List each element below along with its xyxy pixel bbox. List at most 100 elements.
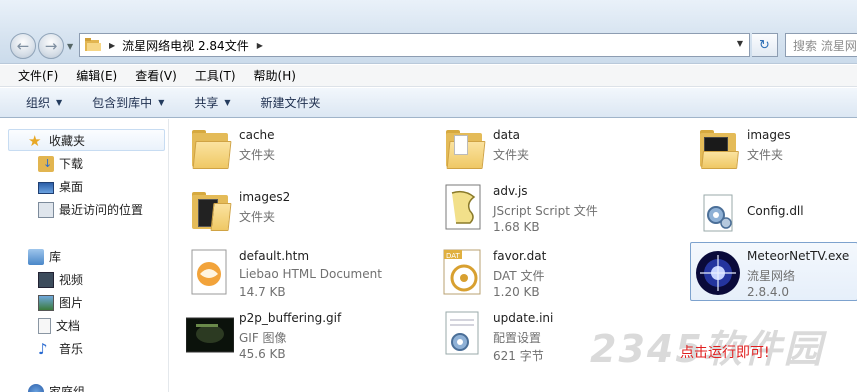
- file-type: GIF 图像: [239, 331, 287, 345]
- file-name: adv.js: [493, 184, 528, 198]
- meteor-app-icon: [696, 251, 740, 295]
- picture-icon: [38, 294, 54, 311]
- file-size: 1.68 KB: [493, 220, 540, 234]
- breadcrumb-child-arrow[interactable]: ▶: [257, 41, 263, 50]
- nav-label: 音乐: [59, 342, 84, 356]
- file-item-default-htm[interactable]: default.htm Liebao HTML Document 14.7 KB: [186, 246, 406, 302]
- file-item-p2p-buffering-gif[interactable]: p2p_buffering.gif GIF 图像 45.6 KB: [186, 308, 406, 364]
- file-name: default.htm: [239, 249, 310, 263]
- include-library-label: 包含到库中: [92, 96, 153, 110]
- nav-item-downloads[interactable]: ↓ 下载: [38, 155, 83, 172]
- nav-item-homegroup[interactable]: 家庭组: [28, 383, 85, 392]
- nav-item-videos[interactable]: 视频: [38, 271, 83, 288]
- nav-label: 视频: [59, 273, 84, 287]
- address-bar[interactable]: ▶ 流星网络电视 2.84文件 ▶ ▼: [79, 33, 750, 57]
- nav-label: 桌面: [59, 180, 84, 194]
- file-name: favor.dat: [493, 249, 547, 263]
- file-name: update.ini: [493, 311, 554, 325]
- nav-label: 库: [49, 250, 62, 264]
- chevron-down-icon: ▼: [158, 98, 165, 107]
- menu-file[interactable]: 文件(F): [0, 67, 58, 84]
- script-file-icon: [445, 184, 481, 230]
- menu-tools[interactable]: 工具(T): [177, 67, 236, 84]
- folder-icon: [694, 127, 742, 175]
- download-icon: ↓: [38, 155, 54, 172]
- file-size: 45.6 KB: [239, 347, 286, 361]
- file-item-adv-js[interactable]: adv.js JScript Script 文件 1.68 KB: [440, 181, 660, 237]
- menu-help[interactable]: 帮助(H): [236, 67, 296, 84]
- file-name: images: [747, 128, 791, 142]
- nav-label: 文档: [56, 319, 81, 333]
- share-button[interactable]: 共享 ▼: [194, 94, 230, 111]
- chevron-down-icon: ▼: [56, 98, 63, 107]
- nav-item-documents[interactable]: 文档: [38, 317, 80, 334]
- file-item-cache[interactable]: cache 文件夹: [186, 125, 386, 181]
- forward-icon: →: [44, 36, 58, 55]
- file-type: 文件夹: [747, 148, 784, 162]
- new-folder-button[interactable]: 新建文件夹: [261, 94, 321, 111]
- refresh-icon: ↻: [759, 37, 770, 53]
- file-type: JScript Script 文件: [493, 204, 598, 218]
- file-item-meteornettv-exe[interactable]: MeteorNetTV.exe 流星网络 2.8.4.0: [694, 246, 854, 302]
- file-size: 621 字节: [493, 349, 544, 363]
- forward-button[interactable]: →: [38, 33, 64, 59]
- file-name: MeteorNetTV.exe: [747, 249, 850, 263]
- document-icon: [38, 317, 51, 334]
- file-version: 2.8.4.0: [747, 285, 789, 299]
- menu-view[interactable]: 查看(V): [117, 67, 177, 84]
- file-name: data: [493, 128, 521, 142]
- back-button[interactable]: ←: [10, 33, 36, 59]
- homegroup-icon: [28, 383, 44, 392]
- nav-label: 图片: [59, 296, 84, 310]
- file-name: images2: [239, 190, 291, 204]
- dat-file-icon: DAT: [443, 249, 481, 295]
- folder-icon: [440, 127, 488, 175]
- library-icon: [28, 248, 44, 265]
- file-type: 文件夹: [493, 148, 530, 162]
- folder-icon: [186, 189, 234, 237]
- nav-item-favorites[interactable]: ★ 收藏夹: [28, 132, 85, 149]
- html-document-icon: [191, 249, 227, 295]
- star-icon: ★: [28, 131, 42, 150]
- refresh-button[interactable]: ↻: [752, 33, 778, 57]
- file-item-images2[interactable]: images2 文件夹: [186, 187, 386, 243]
- chevron-down-icon: ▼: [224, 98, 231, 107]
- back-icon: ←: [16, 36, 30, 55]
- address-dropdown[interactable]: ▼: [737, 39, 743, 48]
- nav-label: 家庭组: [49, 385, 86, 392]
- annotation-text: 点击运行即可!: [680, 345, 770, 361]
- command-bar: 组织 ▼ 包含到库中 ▼ 共享 ▼ 新建文件夹: [0, 88, 857, 118]
- svg-text:DAT: DAT: [446, 252, 461, 260]
- breadcrumb-separator[interactable]: ▶: [109, 41, 115, 50]
- share-label: 共享: [194, 96, 219, 110]
- folder-icon: [186, 127, 234, 175]
- pane-splitter[interactable]: [168, 119, 169, 392]
- file-item-data[interactable]: data 文件夹: [440, 125, 640, 181]
- search-input[interactable]: 搜索 流星网络...: [785, 33, 857, 57]
- organize-label: 组织: [26, 96, 51, 110]
- file-name: Config.dll: [747, 204, 804, 218]
- file-size: 1.20 KB: [493, 285, 540, 299]
- desktop-icon: [38, 181, 54, 194]
- nav-label: 最近访问的位置: [59, 203, 144, 217]
- music-icon: ♪: [38, 339, 48, 358]
- organize-button[interactable]: 组织 ▼: [26, 94, 62, 111]
- file-item-config-dll[interactable]: Config.dll: [694, 187, 854, 243]
- file-item-favor-dat[interactable]: DAT favor.dat DAT 文件 1.20 KB: [440, 246, 660, 302]
- nav-item-libraries[interactable]: 库: [28, 248, 61, 265]
- breadcrumb-current[interactable]: 流星网络电视 2.84文件: [122, 37, 249, 54]
- recent-pages-dropdown[interactable]: ▼: [67, 42, 73, 51]
- file-item-images[interactable]: images 文件夹: [694, 125, 854, 181]
- file-type: 文件夹: [239, 148, 276, 162]
- include-library-button[interactable]: 包含到库中 ▼: [92, 94, 164, 111]
- gear-icon: [703, 194, 733, 232]
- file-name: p2p_buffering.gif: [239, 311, 342, 325]
- navigation-pane: ★ 收藏夹 ↓ 下载 桌面 最近访问的位置 库 视频 图片 文档 ♪ 音乐 家庭…: [0, 119, 168, 392]
- nav-item-recent[interactable]: 最近访问的位置: [38, 201, 143, 218]
- file-type: Liebao HTML Document: [239, 267, 382, 281]
- menu-edit[interactable]: 编辑(E): [58, 67, 117, 84]
- nav-item-pictures[interactable]: 图片: [38, 294, 83, 311]
- nav-item-music[interactable]: ♪ 音乐: [38, 340, 83, 357]
- nav-item-desktop[interactable]: 桌面: [38, 178, 83, 195]
- file-type: 文件夹: [239, 210, 276, 224]
